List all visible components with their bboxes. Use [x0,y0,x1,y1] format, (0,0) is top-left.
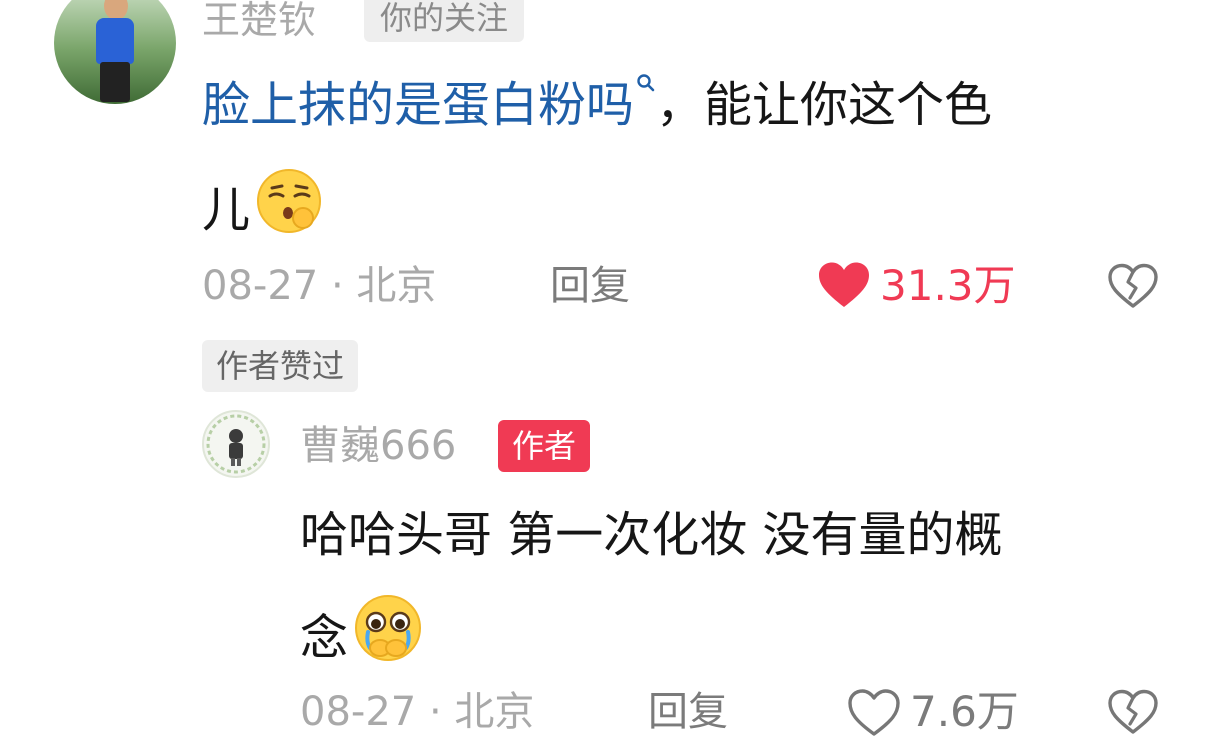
avatar-person-head [104,0,128,20]
teary-face-emoji-icon [355,595,422,661]
comment-location: 北京 [356,263,437,309]
reply-location: 北京 [454,689,535,735]
heart-filled-icon[interactable] [816,260,872,310]
comment-username[interactable]: 王楚钦 [202,0,316,48]
reply-text: 念 [300,610,349,666]
reply-button[interactable]: 回复 [550,256,630,316]
avatar-person-legs [100,62,130,102]
reply-text-line: 哈哈头哥 第一次化妆 没有量的概 [300,507,1003,563]
avatar-illustration [206,414,266,474]
smirk-emoji-icon [257,169,322,233]
liked-by-author-tag: 作者赞过 [202,340,359,392]
comment-text-line: 脸上抹的是蛋白粉吗 ，能让你这个色 [202,72,992,138]
search-keyword-link[interactable]: 脸上抹的是蛋白粉吗 [202,77,634,133]
like-count: 7.6万 [910,687,1019,736]
follow-tag: 你的关注 [364,0,525,42]
heart-outline-icon[interactable] [846,688,902,738]
reply-date: 08-27 [300,689,417,735]
meta-separator: · [330,263,344,309]
comment-text-line: 儿 [202,166,324,243]
comment-meta: 08-27 · 北京 [202,256,436,316]
reply-avatar[interactable] [202,410,270,478]
reply-button[interactable]: 回复 [648,682,728,742]
reply-meta: 08-27 · 北京 [300,682,534,742]
dislike-broken-heart-icon[interactable] [1106,688,1160,736]
comment-date: 08-27 [202,263,319,309]
like-count: 31.3万 [880,261,1016,310]
comment-text: ，能让你这个色 [656,77,993,133]
meta-separator: · [428,689,442,735]
avatar[interactable] [54,0,176,104]
reply-username[interactable]: 曹巍666 [300,418,456,474]
dislike-broken-heart-icon[interactable] [1106,262,1160,310]
comment-text: 儿 [202,182,251,238]
reply-text-line: 念 [300,592,424,671]
avatar-person-body [96,18,134,64]
author-badge: 作者 [498,420,591,472]
search-icon[interactable] [636,73,656,93]
